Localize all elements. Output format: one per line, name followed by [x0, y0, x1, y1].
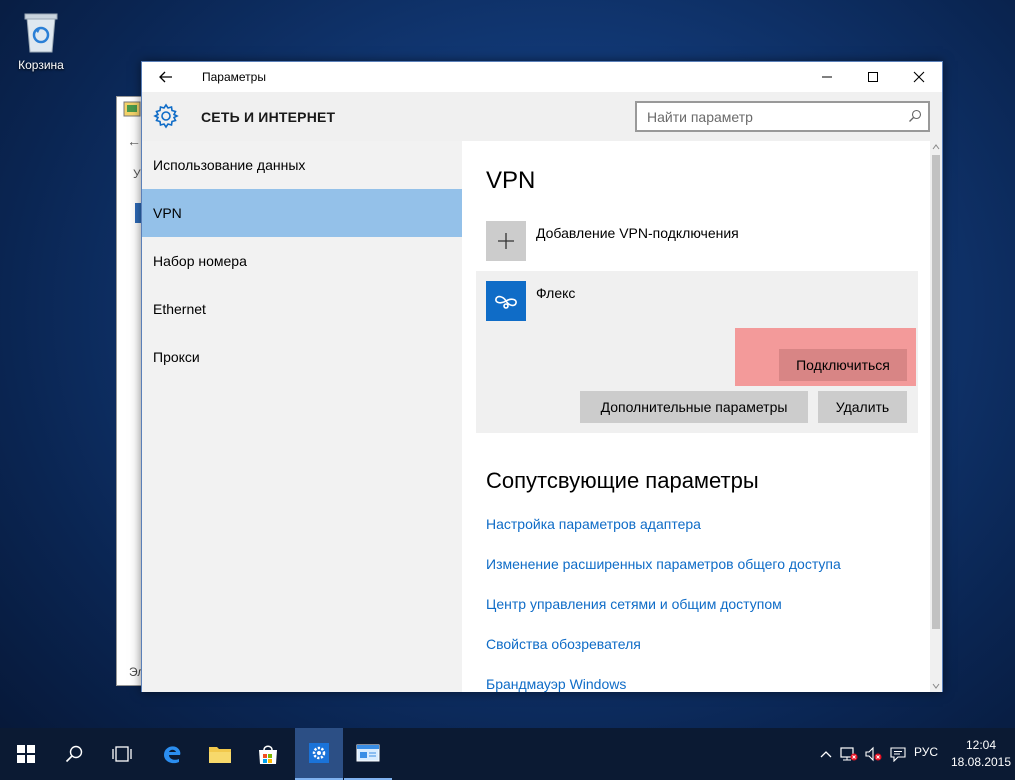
network-icon[interactable]: [838, 728, 860, 780]
vpn-icon: [486, 281, 526, 321]
add-vpn-connection[interactable]: Добавление VPN-подключения: [486, 221, 739, 261]
delete-button[interactable]: Удалить: [818, 391, 907, 423]
connect-button[interactable]: Подключиться: [779, 349, 907, 381]
minimize-button[interactable]: [804, 62, 850, 92]
windows-logo-icon: [17, 745, 35, 763]
sidebar-item-vpn[interactable]: VPN: [142, 189, 462, 237]
maximize-button[interactable]: [850, 62, 896, 92]
window-app-icon: [356, 744, 380, 762]
search-box[interactable]: [635, 101, 930, 132]
scroll-up-icon[interactable]: [932, 143, 940, 151]
gear-icon: [309, 743, 329, 763]
control-panel-taskbar-button[interactable]: [344, 728, 392, 780]
window-title: Параметры: [202, 70, 266, 84]
vpn-connection-name: Флекс: [536, 285, 576, 301]
recycle-bin-desktop-icon[interactable]: Корзина: [10, 10, 72, 72]
settings-window: Параметры СЕТЬ И ИНТЕРНЕТ Найти параметр…: [141, 61, 943, 692]
scrollbar[interactable]: [930, 141, 942, 692]
search-input[interactable]: [637, 103, 897, 130]
minimize-icon: [822, 76, 832, 78]
notifications-icon[interactable]: [887, 728, 909, 780]
start-button[interactable]: [2, 728, 50, 780]
store-button[interactable]: [244, 728, 292, 780]
back-arrow-icon[interactable]: ←: [127, 133, 141, 149]
clock-date: 18.08.2015: [950, 755, 1012, 769]
link-adapter-settings[interactable]: Настройка параметров адаптера: [486, 516, 701, 532]
scroll-down-icon[interactable]: [932, 682, 940, 690]
settings-taskbar-button[interactable]: [295, 728, 343, 780]
content-pane: VPN Добавление VPN-подключения Флекс Под…: [462, 141, 930, 692]
related-settings-heading: Сопутсвующие параметры: [486, 468, 759, 493]
volume-muted-icon[interactable]: [862, 728, 884, 780]
edge-button[interactable]: [148, 728, 196, 780]
link-sharing-options[interactable]: Изменение расширенных параметров общего …: [486, 556, 841, 572]
link-windows-firewall[interactable]: Брандмауэр Windows: [486, 676, 626, 692]
input-language[interactable]: РУС: [914, 745, 938, 759]
maximize-icon: [868, 72, 878, 82]
store-bag-icon: [259, 745, 277, 764]
sidebar-item-proxy[interactable]: Прокси: [142, 333, 462, 381]
taskbar: РУС 12:04 18.08.2015: [0, 728, 1015, 780]
vpn-connection-item[interactable]: Флекс Подключиться Дополнительные параме…: [476, 271, 918, 433]
gear-icon: [152, 102, 180, 130]
search-icon[interactable]: [908, 109, 922, 123]
scrollbar-thumb[interactable]: [932, 155, 940, 629]
close-button[interactable]: [896, 62, 942, 92]
search-icon: [65, 745, 83, 763]
plus-icon[interactable]: [486, 221, 526, 261]
app-icon: [123, 101, 141, 117]
add-vpn-label[interactable]: Добавление VPN-подключения: [536, 225, 739, 241]
partial-text: У: [133, 167, 141, 181]
recycle-bin-icon: [21, 10, 61, 54]
sidebar-item-ethernet[interactable]: Ethernet: [142, 285, 462, 333]
system-clock[interactable]: 12:04 18.08.2015: [948, 737, 1014, 771]
page-title: VPN: [486, 167, 536, 194]
edge-icon: [164, 746, 181, 764]
settings-header: СЕТЬ И ИНТЕРНЕТ: [142, 92, 942, 141]
sidebar-item-dial-up[interactable]: Набор номера: [142, 237, 462, 285]
task-view-button[interactable]: [98, 728, 146, 780]
link-network-center[interactable]: Центр управления сетями и общим доступом: [486, 596, 782, 612]
file-explorer-button[interactable]: [196, 728, 244, 780]
title-bar[interactable]: Параметры: [142, 62, 942, 92]
link-internet-options[interactable]: Свойства обозревателя: [486, 636, 641, 652]
sidebar-nav: Использование данных VPN Набор номера Et…: [142, 141, 462, 692]
advanced-options-button[interactable]: Дополнительные параметры: [580, 391, 808, 423]
close-icon: [913, 71, 925, 83]
back-arrow-icon[interactable]: [156, 67, 176, 87]
clock-time: 12:04: [965, 738, 997, 752]
folder-icon: [209, 747, 231, 763]
search-button[interactable]: [50, 728, 98, 780]
tray-chevron-up-icon[interactable]: [818, 728, 834, 780]
sidebar-item-data-usage[interactable]: Использование данных: [142, 141, 462, 189]
recycle-bin-label: Корзина: [18, 58, 64, 72]
task-view-icon: [112, 746, 132, 762]
section-title: СЕТЬ И ИНТЕРНЕТ: [201, 109, 336, 125]
